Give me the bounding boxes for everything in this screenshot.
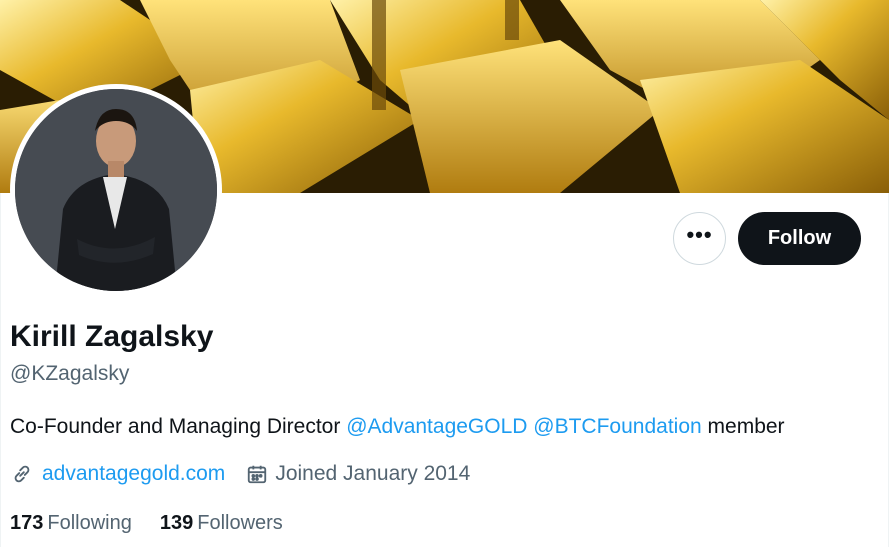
bio-mention-advantagegold[interactable]: @AdvantageGOLD	[346, 415, 527, 438]
profile-bio: Co-Founder and Managing Director @Advant…	[10, 415, 785, 439]
followers-label: Followers	[197, 512, 283, 534]
profile-display-name: Kirill Zagalsky	[10, 320, 214, 353]
bio-text-before: Co-Founder and Managing Director	[10, 415, 347, 438]
profile-website-link[interactable]: advantagegold.com	[42, 462, 225, 486]
bio-mention-btcfoundation[interactable]: @BTCFoundation	[533, 415, 701, 438]
link-icon	[10, 462, 34, 486]
avatar-frame[interactable]	[10, 84, 222, 296]
follow-button[interactable]: Follow	[738, 212, 861, 265]
followers-count: 139	[159, 512, 194, 534]
following-link[interactable]: 173 Following	[10, 512, 132, 535]
calendar-icon	[245, 462, 269, 486]
profile-meta: advantagegold.com Joined January 2014	[10, 462, 470, 486]
avatar-photo	[15, 89, 217, 291]
bio-text-after: member	[701, 415, 785, 438]
avatar[interactable]	[15, 89, 217, 291]
profile-joined-date: Joined January 2014	[275, 462, 471, 485]
more-horizontal-icon: •••	[686, 221, 713, 247]
following-label: Following	[47, 512, 132, 534]
more-options-button[interactable]: •••	[673, 212, 726, 265]
following-count: 173	[10, 512, 44, 534]
profile-handle: @KZagalsky	[10, 362, 130, 385]
followers-link[interactable]: 139 Followers	[160, 512, 283, 535]
profile-stats: 173 Following 139 Followers	[10, 512, 283, 535]
